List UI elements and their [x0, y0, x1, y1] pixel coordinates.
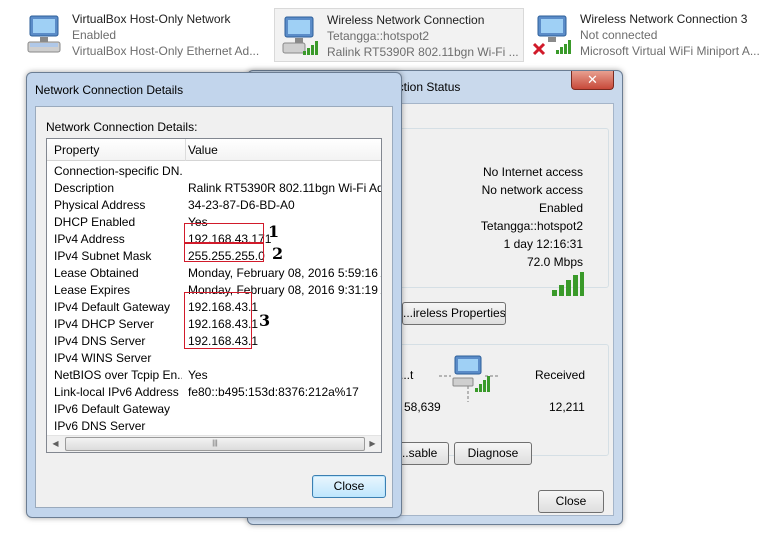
highlight-ipv4-address [184, 223, 264, 243]
diagnose-button[interactable]: Diagnose [454, 442, 532, 465]
disconnected-x-icon [532, 42, 546, 56]
property-value: Ralink RT5390R 802.11bgn Wi-Fi Adapte [188, 181, 381, 195]
property-value: 34-23-87-D6-BD-A0 [188, 198, 295, 212]
property-name: IPv4 Subnet Mask [54, 249, 152, 263]
highlight-gateway-dhcp-dns [184, 292, 252, 349]
network-adapter-icon [282, 16, 318, 55]
list-item[interactable]: IPv6 DNS Server [47, 418, 381, 435]
annotation-number: 2 [272, 244, 284, 263]
network-adapter-icon [532, 15, 571, 56]
column-divider[interactable] [185, 139, 186, 161]
adapter-device: Ralink RT5390R 802.11bgn Wi-Fi ... [327, 45, 519, 59]
adapter-list: VirtualBox Host-Only Network Enabled Vir… [0, 0, 777, 66]
duration: 1 day 12:16:31 [503, 237, 583, 251]
adapter-name: VirtualBox Host-Only Network [72, 12, 231, 26]
list-header: Property Value [47, 139, 381, 161]
scroll-left-icon[interactable]: ◀ [47, 436, 64, 452]
adapter-name: Wireless Network Connection 3 [580, 12, 748, 26]
property-name: Connection-specific DN... [54, 164, 182, 178]
network-activity-icon [439, 355, 499, 402]
bytes-sent: 58,639 [404, 400, 441, 414]
property-name: IPv4 Address [54, 232, 125, 246]
list-item[interactable]: Description Ralink RT5390R 802.11bgn Wi-F… [47, 180, 381, 197]
close-button[interactable]: Close [312, 475, 386, 498]
list-item[interactable]: Lease Obtained Monday, February 08, 2016 … [47, 265, 382, 282]
property-name: Link-local IPv6 Address [54, 385, 179, 399]
list-item[interactable]: IPv6 Default Gateway [47, 401, 381, 418]
property-name: Lease Expires [54, 283, 131, 297]
property-name: IPv6 DNS Server [54, 419, 146, 433]
property-name: IPv4 WINS Server [54, 351, 152, 365]
scroll-thumb[interactable]: ||| [65, 437, 365, 451]
property-value: fe80::b495:153d:8376:212a%17 [188, 385, 359, 399]
signal-bars-icon [552, 272, 584, 296]
ipv4-connectivity: No Internet access [482, 165, 583, 179]
adapter-wireless-3[interactable]: Wireless Network Connection 3 Not connec… [528, 8, 777, 62]
list-item[interactable]: Physical Address 34-23-87-D6-BD-A0 [47, 197, 381, 214]
speed: 72.0 Mbps [526, 255, 583, 269]
ipv6-connectivity: No network access [481, 183, 583, 197]
adapter-status: Enabled [72, 28, 117, 42]
adapter-device: Microsoft Virtual WiFi Miniport A... [580, 44, 760, 58]
property-name: IPv6 Default Gateway [54, 402, 171, 416]
wireless-properties-button[interactable]: ...ireless Properties [402, 302, 506, 325]
window-title: Network Connection Details [35, 83, 184, 97]
annotation-number: 1 [268, 222, 280, 241]
list-item[interactable]: Connection-specific DN... [47, 163, 381, 180]
adapter-virtualbox[interactable]: VirtualBox Host-Only Network Enabled Vir… [20, 8, 270, 62]
close-button[interactable]: Close [538, 490, 604, 513]
property-name: Description [54, 181, 115, 195]
property-name: Physical Address [54, 198, 146, 212]
list-item[interactable]: IPv4 WINS Server [47, 350, 381, 367]
adapter-status: Tetangga::hotspot2 [327, 29, 430, 43]
horizontal-scrollbar[interactable]: ◀ ||| ▶ [47, 435, 381, 452]
sent-label: ...t [400, 368, 414, 382]
bytes-received: 12,211 [549, 400, 585, 414]
property-value: Yes [188, 368, 208, 382]
property-name: DHCP Enabled [54, 215, 136, 229]
property-name: IPv4 DNS Server [54, 334, 146, 348]
property-name: Lease Obtained [54, 266, 139, 280]
ssid: Tetangga::hotspot2 [480, 219, 583, 233]
adapter-wireless[interactable]: Wireless Network Connection Tetangga::ho… [274, 8, 524, 62]
media-state: Enabled [538, 201, 583, 215]
close-icon[interactable]: ✕ [571, 71, 614, 90]
network-adapter-icon [27, 15, 61, 53]
property-name: IPv4 DHCP Server [54, 317, 154, 331]
list-item[interactable]: NetBIOS over Tcpip En... Yes [47, 367, 381, 384]
column-property[interactable]: Property [54, 143, 99, 157]
column-value[interactable]: Value [188, 143, 218, 157]
property-name: IPv4 Default Gateway [54, 300, 171, 314]
property-value: Monday, February 08, 2016 5:59:16 AM [188, 266, 382, 280]
annotation-number: 3 [259, 311, 271, 330]
adapter-status: Not connected [580, 28, 658, 42]
received-label: Received [535, 368, 586, 382]
highlight-subnet-mask [184, 243, 264, 262]
details-label: Network Connection Details: [46, 120, 198, 134]
signal-bars-icon [556, 40, 571, 54]
property-name: NetBIOS over Tcpip En... [54, 368, 182, 382]
adapter-device: VirtualBox Host-Only Ethernet Ad... [72, 44, 260, 58]
scroll-right-icon[interactable]: ▶ [364, 436, 381, 452]
adapter-name: Wireless Network Connection [327, 13, 485, 27]
list-item[interactable]: Link-local IPv6 Address fe80::b495:153d:8… [47, 384, 381, 401]
